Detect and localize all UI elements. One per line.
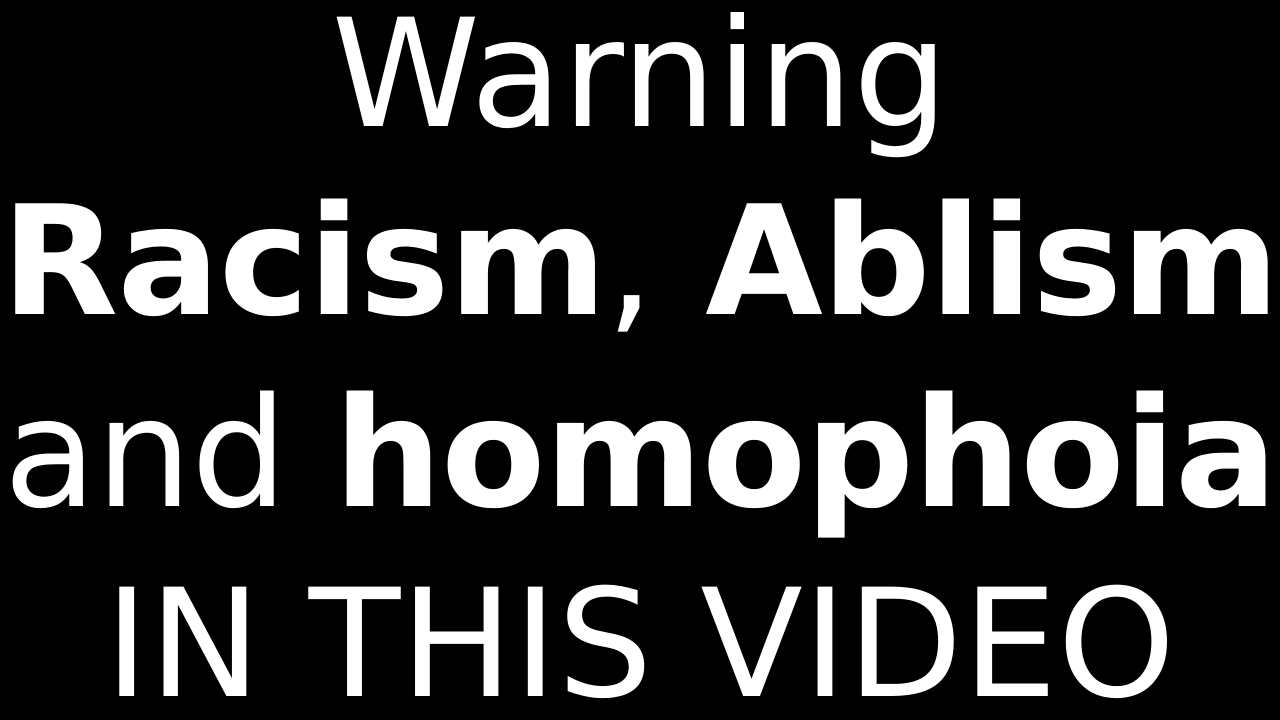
warning-card: Warning Racism, Ablism and homophoia IN … xyxy=(0,0,1280,720)
warning-footer: IN THIS VIDEO xyxy=(104,558,1176,720)
topic-connector: and xyxy=(3,365,288,542)
warning-topics-line: Racism, Ablism xyxy=(0,186,1280,338)
topic-ablism: Ablism xyxy=(705,173,1279,350)
warning-heading: Warning xyxy=(331,0,949,162)
topic-homophoia: homophoia xyxy=(333,365,1278,542)
warning-topics-line-2: and homophoia xyxy=(0,378,1280,530)
topic-separator: , xyxy=(605,173,654,350)
topic-racism: Racism xyxy=(1,173,607,350)
